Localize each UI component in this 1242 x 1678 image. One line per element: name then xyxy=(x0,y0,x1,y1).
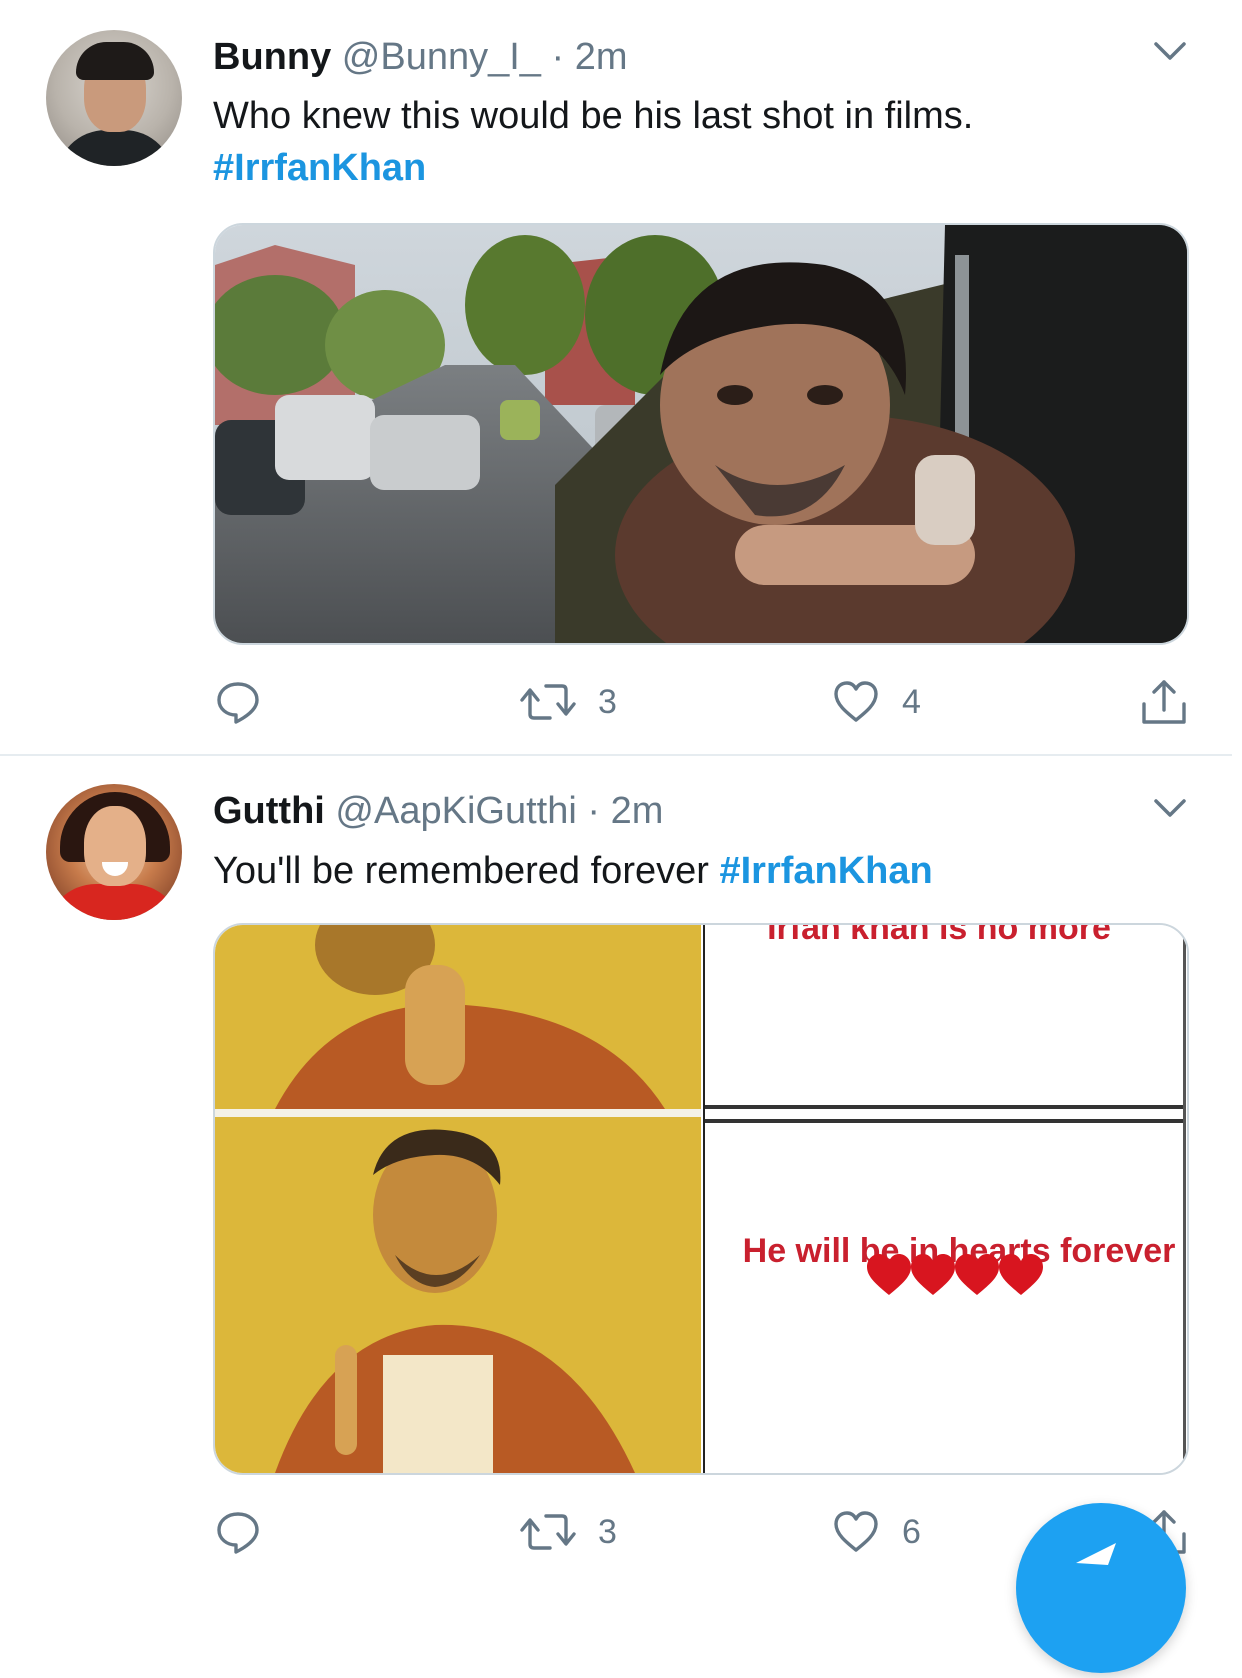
author-handle[interactable]: @Bunny_I_ xyxy=(342,36,541,78)
share-icon xyxy=(1142,680,1186,724)
reply-button[interactable] xyxy=(214,1502,262,1562)
tweet-actions: 3 4 xyxy=(0,672,1242,732)
tweet-time[interactable]: 2m xyxy=(575,36,628,78)
tweet-time[interactable]: 2m xyxy=(611,790,664,832)
author-name[interactable]: Gutthi xyxy=(213,790,325,832)
reply-icon xyxy=(217,682,259,724)
hashtag-link[interactable]: #IrrfanKhan xyxy=(719,850,932,892)
retweet-button[interactable]: 3 xyxy=(520,672,617,732)
like-button[interactable]: 4 xyxy=(832,672,921,732)
reply-icon xyxy=(217,1512,259,1554)
like-icon xyxy=(834,1511,878,1552)
tweet[interactable]: Bunny @Bunny_I_ · 2m Who knew this would… xyxy=(0,0,1242,755)
reply-button[interactable] xyxy=(214,672,262,732)
author-handle[interactable]: @AapKiGutthi xyxy=(335,790,576,832)
tweet-media-meme[interactable]: Irfan khan is no more He will be in hear… xyxy=(213,923,1189,1475)
retweet-icon xyxy=(520,1514,576,1550)
tweet-header: Gutthi @AapKiGutthi · 2m xyxy=(213,788,663,834)
tweet-media-photo[interactable] xyxy=(213,223,1189,645)
tweet-divider xyxy=(0,754,1232,756)
chevron-down-icon[interactable] xyxy=(1150,793,1190,823)
tweet-header: Bunny @Bunny_I_ · 2m xyxy=(213,34,628,80)
like-count: 6 xyxy=(902,1512,921,1551)
like-count: 4 xyxy=(902,682,921,721)
meme-image: Irfan khan is no more He will be in hear… xyxy=(215,925,1187,1473)
tweet-body: You'll be remembered forever xyxy=(213,850,709,892)
separator-dot: · xyxy=(551,36,565,78)
movie-still-image xyxy=(215,225,1187,643)
like-icon xyxy=(834,681,878,722)
separator-dot: · xyxy=(587,790,600,832)
retweet-button[interactable]: 3 xyxy=(520,1502,617,1562)
author-name[interactable]: Bunny xyxy=(213,36,331,78)
chevron-down-icon[interactable] xyxy=(1150,36,1190,66)
avatar-scarf xyxy=(46,884,182,920)
share-button[interactable] xyxy=(1138,672,1190,732)
meme-top-caption: Irfan khan is no more xyxy=(767,925,1111,947)
hashtag-link[interactable]: #IrrfanKhan xyxy=(213,147,426,189)
tweet-text: Who knew this would be his last shot in … xyxy=(213,90,1193,194)
avatar-shirt xyxy=(56,130,174,166)
tweet-text: You'll be remembered forever #IrrfanKhan xyxy=(213,845,1193,897)
tweet[interactable]: Gutthi @AapKiGutthi · 2m You'll be remem… xyxy=(0,757,1242,1577)
retweet-count: 3 xyxy=(598,1512,617,1551)
compose-tweet-icon xyxy=(1076,1543,1116,1565)
like-button[interactable]: 6 xyxy=(832,1502,921,1562)
tweet-body: Who knew this would be his last shot in … xyxy=(213,95,974,137)
compose-tweet-button[interactable] xyxy=(1016,1503,1186,1673)
avatar-hair xyxy=(76,42,154,80)
retweet-count: 3 xyxy=(598,682,617,721)
avatar[interactable] xyxy=(46,784,182,920)
avatar[interactable] xyxy=(46,30,182,166)
retweet-icon xyxy=(520,684,576,720)
